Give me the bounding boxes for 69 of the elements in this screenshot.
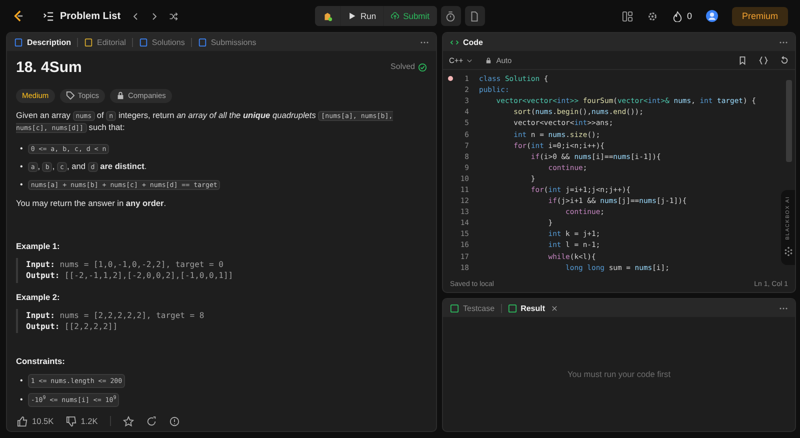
list-icon xyxy=(43,10,54,22)
premium-button[interactable]: Premium xyxy=(732,6,788,26)
like-button[interactable]: 10.5K xyxy=(17,416,54,426)
problem-list-button[interactable]: Problem List xyxy=(43,10,121,22)
square-icon xyxy=(508,304,517,312)
next-icon[interactable] xyxy=(150,12,159,20)
bullet-mark: • xyxy=(20,374,23,387)
dots-icon xyxy=(782,246,794,257)
scrollbar[interactable] xyxy=(786,80,792,162)
previous-icon[interactable] xyxy=(130,12,140,20)
lock-icon xyxy=(116,91,125,100)
thumbs-down-icon xyxy=(66,416,77,426)
help-icon[interactable] xyxy=(168,416,180,426)
output-label: Output: xyxy=(26,271,60,280)
square-icon xyxy=(450,304,459,312)
flame-icon xyxy=(672,10,683,22)
debug-button[interactable] xyxy=(315,6,340,26)
settings-icon[interactable] xyxy=(646,10,658,22)
cloud-upload-icon xyxy=(391,12,400,20)
tag-icon xyxy=(66,91,75,100)
bullet-mark: • xyxy=(20,178,23,191)
submit-button[interactable]: Submit xyxy=(384,6,437,26)
reset-icon[interactable] xyxy=(780,56,789,64)
layout-icon[interactable] xyxy=(622,10,633,22)
check-circle-icon xyxy=(418,62,427,72)
panel-tab[interactable]: Solutions xyxy=(138,38,185,46)
code-tab[interactable]: Code xyxy=(450,38,483,46)
shuffle-icon[interactable] xyxy=(168,12,178,20)
bullet-mark: • xyxy=(20,394,23,406)
example-heading: Example 2: xyxy=(16,290,61,303)
panel-tab[interactable]: Testcase xyxy=(450,304,495,312)
bullet-mark: • xyxy=(20,142,23,155)
run-button[interactable]: Run xyxy=(341,6,384,26)
solved-status: Solved xyxy=(390,61,415,74)
lock-icon xyxy=(485,56,492,64)
output-value: [[2,2,2,2]] xyxy=(64,322,118,332)
bookmark-icon[interactable] xyxy=(738,56,747,64)
bullet-mark: • xyxy=(20,160,23,173)
star-icon[interactable] xyxy=(122,416,134,426)
empty-result-message: You must run your code first xyxy=(568,369,670,379)
play-icon xyxy=(348,12,356,20)
input-label: Input: xyxy=(26,310,55,320)
input-value: nums = [1,0,-1,0,-2,2], target = 0 xyxy=(60,260,224,270)
braces-icon[interactable] xyxy=(759,56,768,64)
constraints-heading: Constraints: xyxy=(16,355,66,368)
share-icon[interactable] xyxy=(146,416,157,426)
panel-tab[interactable]: Submissions xyxy=(198,38,256,46)
code-icon xyxy=(450,38,459,46)
output-label: Output: xyxy=(26,322,60,332)
output-value: [[-2,-1,1,2],[-2,0,0,2],[-1,0,0,1]] xyxy=(64,271,234,280)
timer-icon xyxy=(445,10,456,22)
panel-tab[interactable]: Description xyxy=(14,38,72,46)
thumbs-up-icon xyxy=(17,416,28,426)
input-value: nums = [2,2,2,2,2], target = 8 xyxy=(60,310,204,320)
problem-title: 18. 4Sum xyxy=(16,58,82,78)
note-text: You may return the answer in any order. xyxy=(16,197,168,210)
breakpoint-dot[interactable] xyxy=(448,76,452,82)
avatar-icon[interactable] xyxy=(706,10,718,22)
panel-tab[interactable]: Result xyxy=(508,304,546,312)
streak-count: 0 xyxy=(686,11,692,21)
close-icon[interactable] xyxy=(551,304,558,312)
logo[interactable] xyxy=(12,9,25,23)
timer-button[interactable] xyxy=(440,6,461,26)
input-label: Input: xyxy=(26,260,55,270)
notes-button[interactable] xyxy=(464,6,485,26)
dislike-button[interactable]: 1.2K xyxy=(66,416,98,426)
chevron-down-icon xyxy=(466,56,474,64)
example-heading: Example 1: xyxy=(16,240,61,252)
panel-tab[interactable]: Editorial xyxy=(84,38,126,46)
